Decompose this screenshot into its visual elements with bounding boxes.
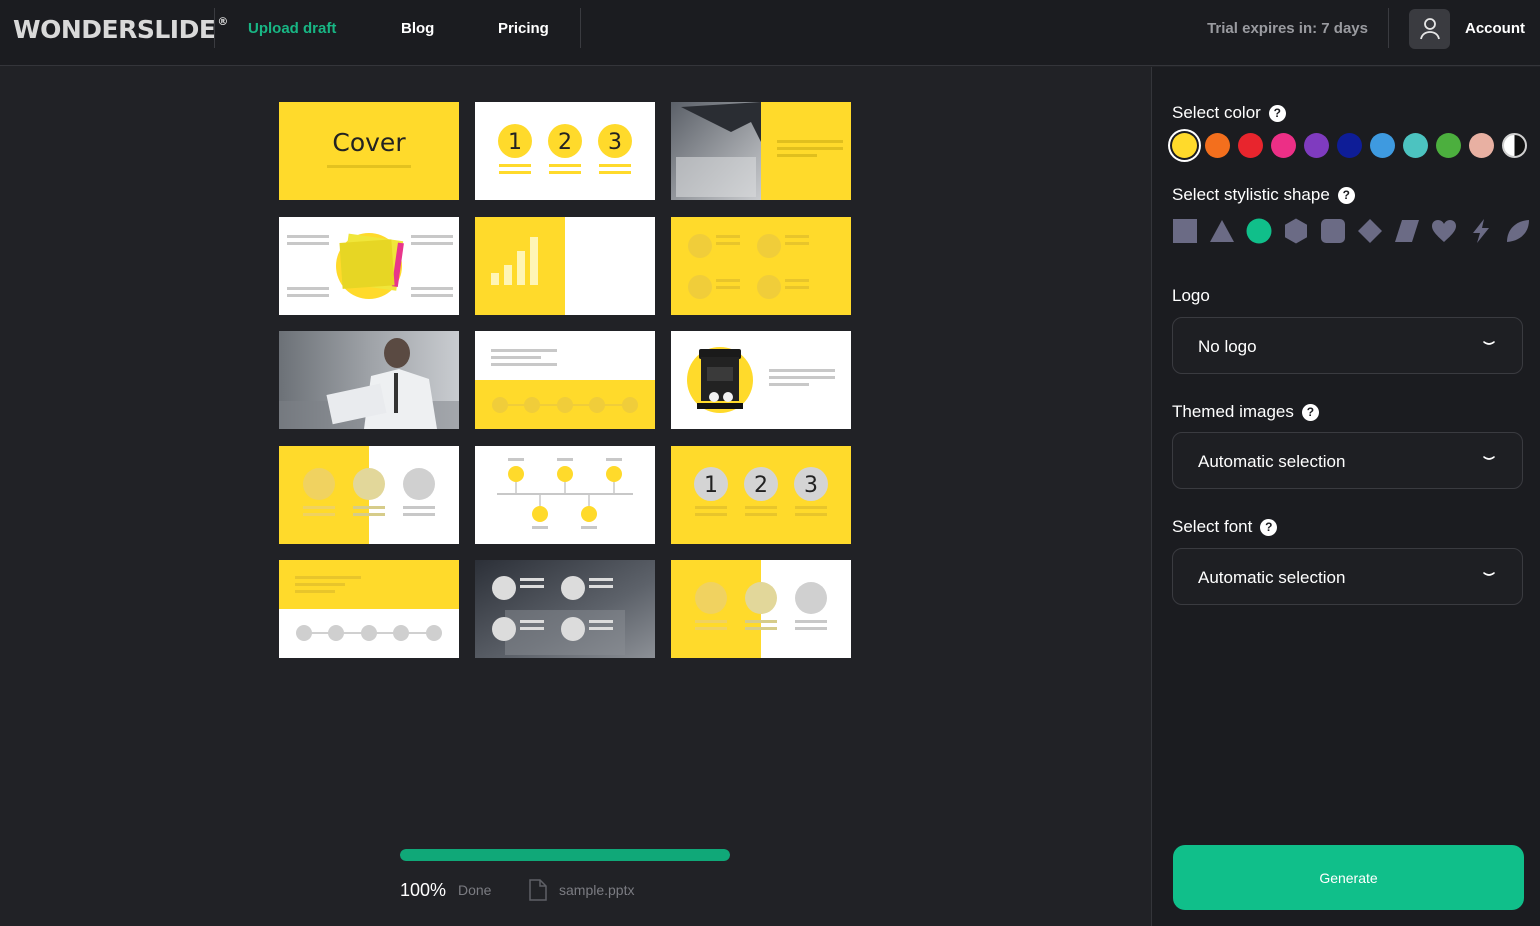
color-swatch[interactable] xyxy=(1205,133,1230,158)
heart-shape-icon[interactable] xyxy=(1431,218,1457,244)
slide-timeline-header[interactable] xyxy=(279,560,459,658)
color-swatch[interactable] xyxy=(1337,133,1362,158)
step-number: 2 xyxy=(558,130,572,155)
color-swatch[interactable] xyxy=(1436,133,1461,158)
font-section-label: Select font ? xyxy=(1172,517,1278,537)
trial-status: Trial expires in: 7 days xyxy=(1207,20,1368,37)
file-icon xyxy=(529,879,547,901)
color-swatch[interactable] xyxy=(1271,133,1296,158)
brand-logo[interactable]: WONDERSLIDE ® xyxy=(13,15,228,44)
step-number: 3 xyxy=(804,473,818,498)
help-icon[interactable]: ? xyxy=(1260,518,1278,536)
slide-timeline-band[interactable] xyxy=(475,331,655,429)
step-number: 2 xyxy=(754,473,768,498)
circle-shape-icon[interactable] xyxy=(1246,218,1272,244)
top-nav: WONDERSLIDE ® Upload draft Blog Pricing T… xyxy=(0,0,1540,66)
nav-divider xyxy=(580,8,581,48)
user-icon xyxy=(1419,18,1440,40)
slide-numbered-steps-yellow[interactable]: 1 2 3 xyxy=(671,445,851,544)
color-swatch-black-white[interactable] xyxy=(1502,133,1527,158)
nav-pricing[interactable]: Pricing xyxy=(498,20,549,37)
shape-section-label: Select stylistic shape ? xyxy=(1172,185,1355,205)
font-select-value: Automatic selection xyxy=(1198,568,1346,587)
slide-feature-image[interactable] xyxy=(279,216,459,315)
slide-three-columns-alt[interactable] xyxy=(671,560,851,658)
font-select[interactable]: Automatic selection xyxy=(1172,548,1523,605)
color-swatch[interactable] xyxy=(1238,133,1263,158)
step-number: 3 xyxy=(608,130,622,155)
images-section-label: Themed images ? xyxy=(1172,402,1319,422)
logo-select[interactable]: No logo xyxy=(1172,317,1523,374)
color-section-label: Select color ? xyxy=(1172,103,1286,123)
color-swatches xyxy=(1172,133,1527,158)
chevron-down-icon xyxy=(1483,341,1495,345)
step-number: 1 xyxy=(704,473,718,498)
slide-photo-points[interactable] xyxy=(475,560,655,658)
logo-section-label: Logo xyxy=(1172,286,1210,305)
nav-divider xyxy=(1388,8,1389,48)
slide-chart[interactable] xyxy=(475,216,655,315)
themed-images-select-value: Automatic selection xyxy=(1198,452,1346,471)
slide-four-points[interactable] xyxy=(671,216,851,315)
color-swatch[interactable] xyxy=(1370,133,1395,158)
slide-photo-text[interactable] xyxy=(671,102,851,200)
account-link[interactable]: Account xyxy=(1465,20,1525,37)
nav-divider xyxy=(214,8,215,48)
settings-panel: Select color ? Select stylistic shape ? … xyxy=(1151,67,1540,926)
upload-progress-bar xyxy=(400,849,730,861)
slide-cover[interactable]: Cover xyxy=(279,102,459,200)
help-icon[interactable]: ? xyxy=(1337,186,1355,204)
chevron-down-icon xyxy=(1483,572,1495,576)
slide-timeline[interactable] xyxy=(475,445,655,544)
help-icon[interactable]: ? xyxy=(1301,403,1319,421)
parallelogram-shape-icon[interactable] xyxy=(1394,218,1420,244)
themed-images-select[interactable]: Automatic selection xyxy=(1172,432,1523,489)
slide-three-columns[interactable] xyxy=(279,445,459,544)
help-icon[interactable]: ? xyxy=(1268,104,1286,122)
logo-select-value: No logo xyxy=(1198,337,1257,356)
leaf-shape-icon[interactable] xyxy=(1505,218,1531,244)
lightning-shape-icon[interactable] xyxy=(1468,218,1494,244)
upload-status: Done xyxy=(458,882,492,898)
nav-blog[interactable]: Blog xyxy=(401,20,434,37)
slide-full-photo[interactable] xyxy=(279,331,459,429)
color-swatch[interactable] xyxy=(1172,133,1197,158)
chevron-down-icon xyxy=(1483,456,1495,460)
step-number: 1 xyxy=(508,130,522,155)
square-shape-icon[interactable] xyxy=(1172,218,1198,244)
slide-product[interactable] xyxy=(671,331,851,429)
generate-button[interactable]: Generate xyxy=(1173,845,1524,910)
hexagon-shape-icon[interactable] xyxy=(1283,218,1309,244)
slide-template-grid: Cover 1 2 3 1 2 3 xyxy=(279,102,851,658)
color-swatch[interactable] xyxy=(1469,133,1494,158)
account-avatar-button[interactable] xyxy=(1409,9,1450,49)
color-swatch[interactable] xyxy=(1304,133,1329,158)
color-swatch[interactable] xyxy=(1403,133,1428,158)
shape-options xyxy=(1172,218,1531,244)
uploaded-file-name: sample.pptx xyxy=(559,882,635,898)
nav-upload-draft[interactable]: Upload draft xyxy=(248,20,336,37)
rounded-square-shape-icon[interactable] xyxy=(1320,218,1346,244)
upload-percent: 100% xyxy=(400,880,447,900)
upload-progress-fill xyxy=(400,849,730,861)
triangle-shape-icon[interactable] xyxy=(1209,218,1235,244)
slide-numbered-steps[interactable]: 1 2 3 xyxy=(475,102,655,200)
diamond-shape-icon[interactable] xyxy=(1357,218,1383,244)
